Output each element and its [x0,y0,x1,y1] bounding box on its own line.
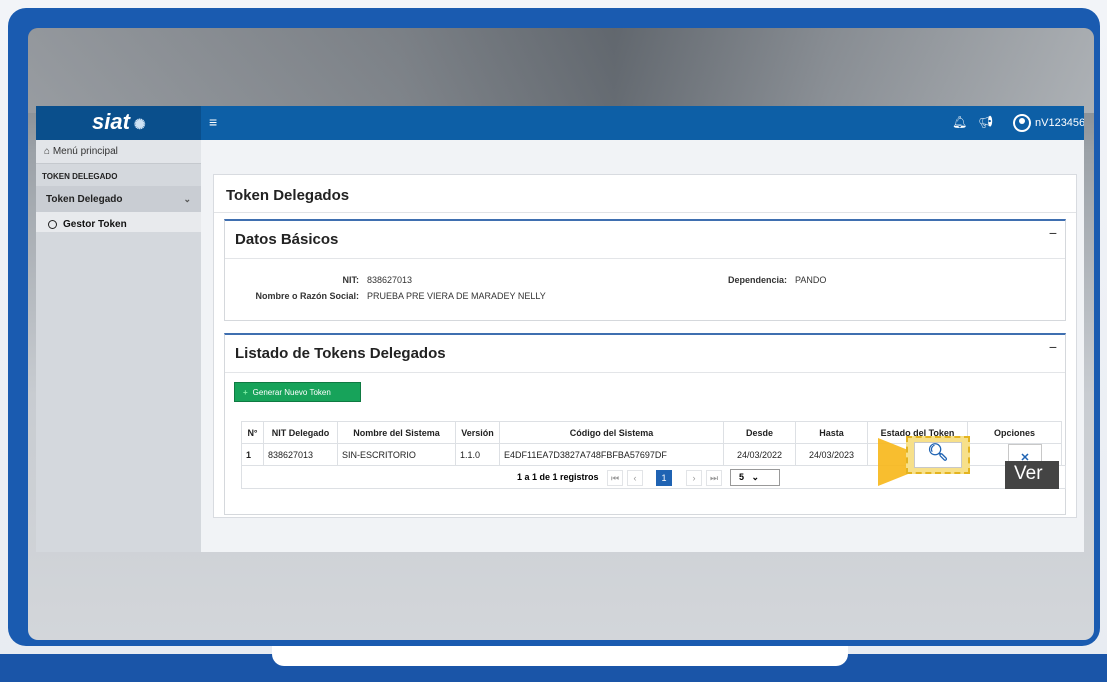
cell-codigo: E4DF11EA7D3827A748FBFBA57697DF [499,443,724,466]
cell-desde: 24/03/2022 [723,443,796,466]
user-menu[interactable]: nV123456 [1013,114,1084,132]
search-icon: 🔍︎ [927,443,949,462]
collapse-icon[interactable]: − [1049,225,1057,241]
pager-summary: 1 a 1 de 1 registros [517,472,599,482]
siat-logo[interactable]: siat ✺ [36,106,201,140]
plus-icon: + [243,388,248,397]
view-button[interactable]: 🔍︎ [914,442,962,468]
topbar: siat ✺ ≡ 🔔︎ 📢︎ nV123456 [36,106,1084,140]
hero-decoration [28,28,1094,113]
sidebar-group-label: Token Delegado [46,194,123,205]
ver-tooltip: Ver [1005,461,1059,489]
cell-version: 1.1.0 [455,443,500,466]
collapse-icon[interactable]: − [1049,339,1057,355]
bell-icon[interactable]: 🔔︎ [952,115,967,129]
page-title: Token Delegados [214,175,1076,213]
cell-sistema: SIN-ESCRITORIO [337,443,456,466]
razon-value: PRUEBA PRE VIERA DE MARADEY NELLY [367,291,546,301]
razon-label: Nombre o Razón Social: [255,291,359,301]
nit-value: 838627013 [367,275,413,285]
user-avatar-icon [1013,114,1031,132]
col-codigo: Código del Sistema [499,421,724,444]
sidebar-group-token-delegado[interactable]: Token Delegado ⌄ [36,186,201,212]
col-nit: NIT Delegado [263,421,338,444]
col-sistema: Nombre del Sistema [337,421,456,444]
dependencia-label: Dependencia: [727,275,787,285]
chevron-down-icon: ⌄ [183,194,191,204]
col-hasta: Hasta [795,421,868,444]
cell-n: 1 [241,443,264,466]
logo-mark-icon: ✺ [133,116,146,132]
nit-label: NIT: [342,275,360,285]
col-n: N° [241,421,264,444]
next-page-icon[interactable]: › [686,470,702,486]
sidebar-item-gestor-token[interactable]: Gestor Token [36,212,201,232]
col-version: Versión [455,421,500,444]
last-page-icon[interactable]: ⏭ [706,470,722,486]
listado-title: Listado de Tokens Delegados [235,345,446,362]
generate-token-button[interactable]: + Generar Nuevo Token [234,382,361,402]
cell-hasta: 24/03/2023 [795,443,868,466]
nit-row: NIT: 838627013 [235,275,413,285]
sidebar-item-menu-principal[interactable]: ⌂ Menú principal [36,140,201,164]
datos-basicos-header: Datos Básicos − [225,221,1065,259]
sidebar-home-label: Menú principal [52,146,118,157]
col-opciones: Opciones [967,421,1062,444]
circle-icon [48,219,57,229]
listado-card: Listado de Tokens Delegados − + Generar N… [224,333,1066,515]
dependencia-row: Dependencia: PANDO [705,275,826,285]
sidebar-section-title: TOKEN DELEGADO [42,172,118,181]
listado-header: Listado de Tokens Delegados − [225,335,1065,373]
page-size-value: 5 [739,472,745,482]
generate-token-label: Generar Nuevo Token [252,388,331,397]
page-size-select[interactable]: 5 ⌄ [730,469,780,486]
datos-basicos-title: Datos Básicos [235,231,339,248]
first-page-icon[interactable]: ⏮ [607,470,623,486]
page-button[interactable]: 1 [656,470,672,486]
hamburger-menu-icon[interactable]: ≡ [209,114,217,130]
cell-nit: 838627013 [263,443,338,466]
user-label: nV123456 [1035,117,1084,129]
view-button-highlight[interactable]: 🔍︎ [906,436,970,474]
razon-row: Nombre o Razón Social: PRUEBA PRE VIERA D… [235,291,546,301]
col-desde: Desde [723,421,796,444]
sidebar: ⌂ Menú principal TOKEN DELEGADO Token De… [36,140,201,552]
dependencia-value: PANDO [795,275,827,285]
sidebar-item-label: Gestor Token [63,218,127,230]
home-icon: ⌂ [44,146,51,157]
datos-basicos-card: Datos Básicos − NIT: 838627013 Nombre o R… [224,219,1066,321]
prev-page-icon[interactable]: ‹ [627,470,643,486]
megaphone-icon[interactable]: 📢︎ [978,115,993,129]
